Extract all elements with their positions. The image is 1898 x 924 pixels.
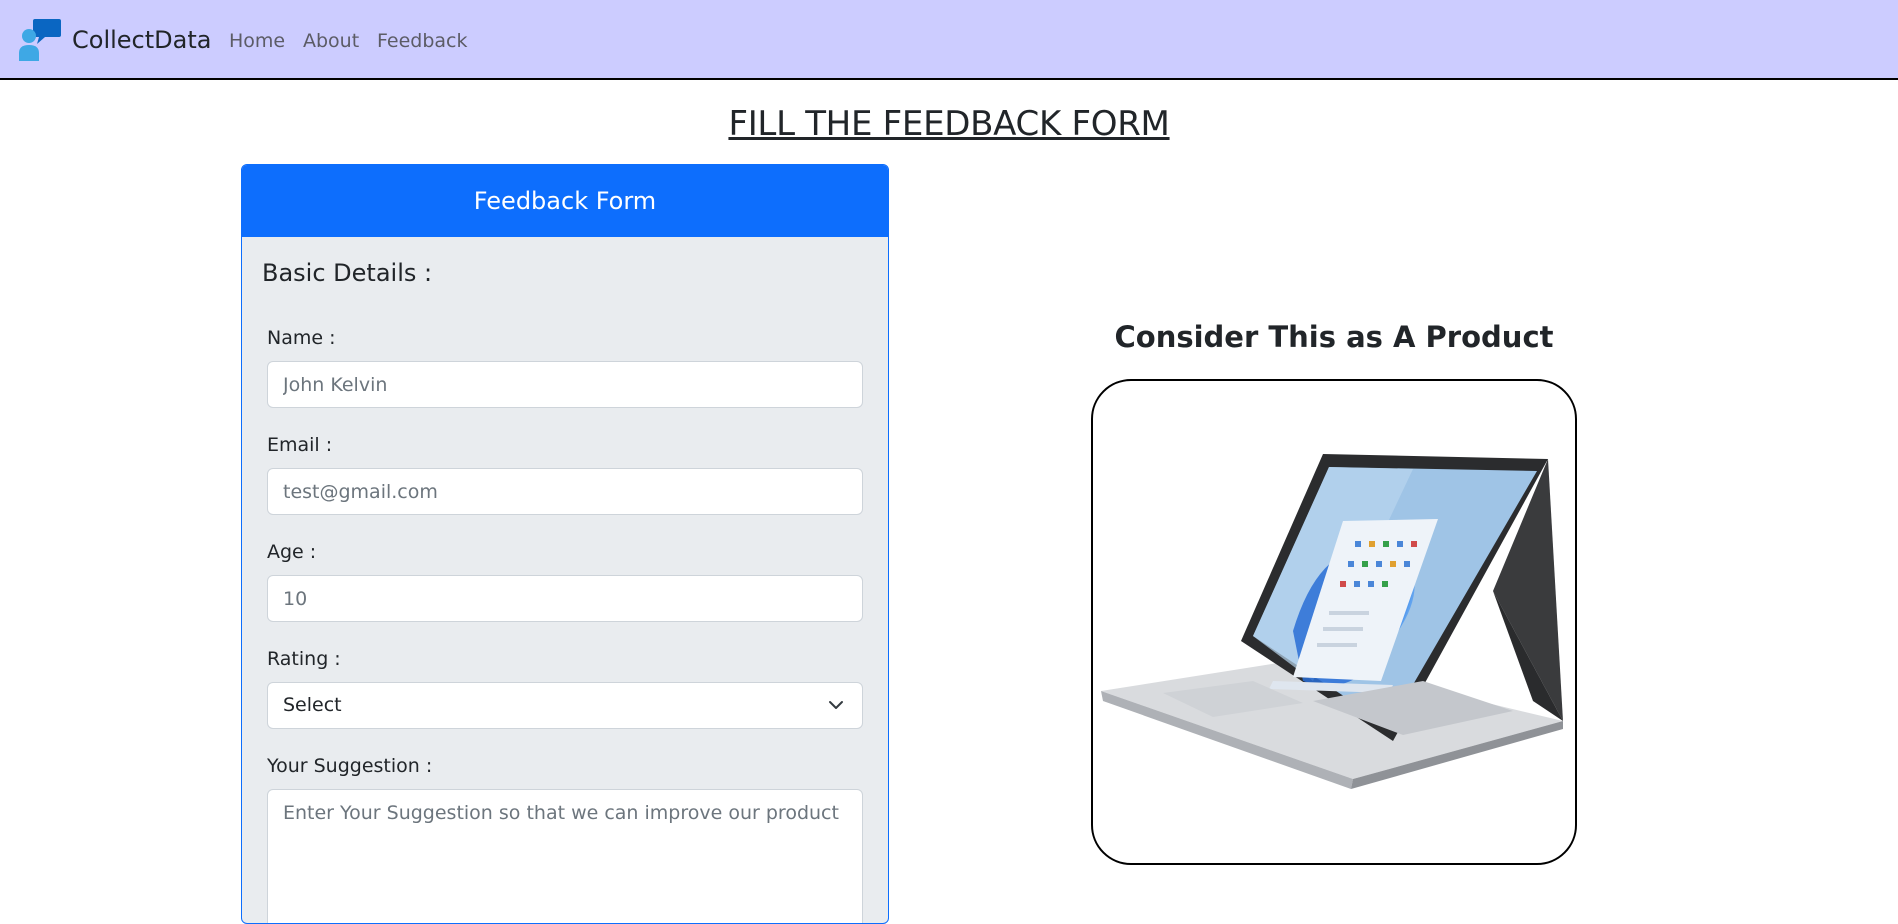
rating-select-value: Select: [283, 694, 342, 716]
brand-name[interactable]: CollectData: [72, 24, 211, 56]
basic-details-title: Basic Details :: [262, 259, 433, 287]
feedback-form-card: Feedback Form Basic Details : Name : Ema…: [241, 164, 889, 924]
suggestion-textarea[interactable]: [267, 789, 863, 923]
product-image-frame: [1091, 379, 1577, 865]
age-input[interactable]: [267, 575, 863, 622]
nav-link-feedback[interactable]: Feedback: [377, 28, 467, 54]
nav-link-home[interactable]: Home: [229, 28, 285, 54]
feedback-form-header: Feedback Form: [242, 165, 888, 237]
suggestion-label: Your Suggestion :: [267, 755, 433, 777]
navbar: CollectData Home About Feedback: [0, 0, 1898, 80]
email-label: Email :: [267, 434, 333, 456]
email-input[interactable]: [267, 468, 863, 515]
page-heading: FILL THE FEEDBACK FORM: [728, 104, 1170, 144]
brand-logo-icon[interactable]: [19, 19, 61, 61]
chevron-down-icon: [829, 701, 843, 709]
rating-select[interactable]: Select: [267, 682, 863, 729]
name-input[interactable]: [267, 361, 863, 408]
rating-label: Rating :: [267, 648, 341, 670]
product-title: Consider This as A Product: [1114, 320, 1554, 354]
name-label: Name :: [267, 327, 336, 349]
nav-link-about[interactable]: About: [303, 28, 359, 54]
laptop-image: [1101, 454, 1563, 789]
age-label: Age :: [267, 541, 317, 563]
